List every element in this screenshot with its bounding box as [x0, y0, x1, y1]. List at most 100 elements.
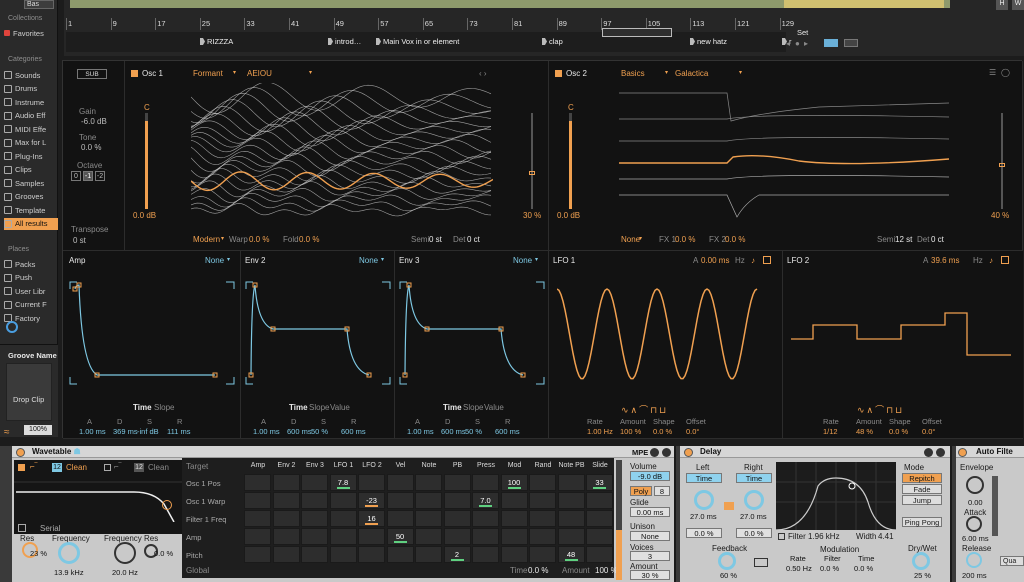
overview-viewport[interactable] — [784, 0, 944, 8]
osc2-fx2-value[interactable]: 0.0 % — [725, 235, 745, 244]
matrix-cell[interactable]: 33 — [586, 474, 613, 491]
filter2-slope[interactable]: 12 — [134, 463, 144, 472]
matrix-cell[interactable] — [529, 546, 556, 563]
matrix-cell[interactable] — [301, 474, 328, 491]
env-param-value[interactable]: 600 ms — [341, 427, 366, 436]
matrix-cell[interactable] — [529, 492, 556, 509]
filter2-shape-icon[interactable]: ⌐‾ — [114, 462, 121, 471]
filter2-type[interactable]: Clean — [148, 463, 169, 472]
delay-left-time-button[interactable]: Time — [686, 473, 722, 483]
osc1-toggle[interactable] — [131, 70, 138, 77]
delay-filter-toggle[interactable] — [778, 533, 785, 540]
osc2-gain-value[interactable]: 0.0 dB — [557, 211, 580, 220]
matrix-cell[interactable] — [415, 492, 442, 509]
matrix-cell[interactable] — [301, 510, 328, 527]
ping-pong-button[interactable]: Ping Pong — [902, 517, 942, 527]
env2-graph[interactable] — [245, 281, 391, 385]
filter2-toggle[interactable] — [104, 464, 111, 471]
matrix-cell[interactable] — [443, 528, 471, 545]
browser-top-tab[interactable]: Bas — [24, 0, 54, 9]
locator-lane[interactable]: RIZZZA introd… Main Vox in or element clap n… — [66, 32, 792, 52]
osc2-fx-chevron-icon[interactable]: ▾ — [639, 235, 642, 242]
delay-right-time-button[interactable]: Time — [736, 473, 772, 483]
matrix-cell[interactable] — [415, 528, 442, 545]
env-param-value[interactable]: 369 ms — [113, 427, 138, 436]
env3-graph[interactable] — [399, 281, 545, 385]
osc2-settings-icon[interactable]: ◯ — [1001, 68, 1010, 77]
lfo1-a-value[interactable]: 0.00 ms — [701, 256, 729, 265]
matrix-cell[interactable] — [386, 474, 414, 491]
matrix-cell[interactable] — [529, 510, 556, 527]
matrix-cell[interactable] — [244, 510, 271, 527]
matrix-cell[interactable]: 7.8 — [329, 474, 357, 491]
osc1-level-handle[interactable] — [529, 171, 535, 175]
attack-knob[interactable] — [966, 516, 982, 532]
matrix-cell[interactable] — [415, 474, 442, 491]
transpose-value[interactable]: 0 st — [73, 236, 86, 245]
env-amp-target-chevron-icon[interactable]: ▾ — [227, 256, 230, 263]
matrix-cell[interactable] — [244, 492, 271, 509]
drywet-value[interactable]: 25 % — [914, 571, 931, 580]
delay-hot-swap-icon[interactable] — [924, 448, 933, 457]
matrix-cell[interactable] — [358, 474, 385, 491]
mode-repitch-button[interactable]: Repitch — [902, 473, 942, 483]
delay-right-ms[interactable]: 27.0 ms — [740, 512, 767, 521]
osc1-fold-value[interactable]: 0.0 % — [299, 235, 319, 244]
browser-category-9[interactable]: Grooves — [4, 191, 58, 203]
delay-right-knob[interactable] — [744, 490, 764, 510]
freq2-knob[interactable] — [114, 542, 136, 564]
matrix-cell[interactable] — [557, 474, 585, 491]
lfo2-sync-icon[interactable]: ♪ — [989, 256, 993, 265]
browser-category-7[interactable]: Clips — [4, 164, 58, 176]
wavetable-save-icon[interactable] — [662, 448, 671, 457]
poly-voices[interactable]: 8 — [654, 486, 670, 496]
osc2-wavetable-display[interactable] — [619, 83, 949, 231]
env2-target-chevron-icon[interactable]: ▾ — [381, 256, 384, 263]
drywet-knob[interactable] — [912, 552, 930, 570]
matrix-cell[interactable] — [272, 474, 300, 491]
lfo2-unit[interactable]: Hz — [973, 256, 983, 265]
matrix-cell[interactable]: 48 — [557, 546, 585, 563]
osc1-level-value[interactable]: 30 % — [523, 211, 541, 220]
matrix-cell[interactable] — [244, 528, 271, 545]
lfo2-graph[interactable] — [791, 279, 1015, 389]
env-amp-target[interactable]: None — [205, 256, 224, 265]
freeze-icon[interactable] — [754, 558, 768, 567]
matrix-cell[interactable] — [472, 474, 499, 491]
delay-right-offset[interactable]: 0.0 % — [736, 528, 772, 538]
matrix-cell[interactable] — [500, 510, 528, 527]
env-param-value[interactable]: 50 % — [465, 427, 482, 436]
matrix-cell[interactable] — [443, 510, 471, 527]
favorites-item[interactable]: Favorites — [4, 27, 58, 39]
unison-value[interactable]: None — [630, 531, 670, 541]
locator-flag-icon[interactable] — [376, 38, 381, 45]
next-locator-icon[interactable]: ▸ — [804, 39, 808, 48]
delay-filter-graph[interactable] — [776, 462, 896, 530]
browser-place-3[interactable]: Current F — [4, 299, 58, 311]
osc2-fx-mode[interactable]: None — [621, 235, 640, 244]
env-param-value[interactable]: 111 ms — [167, 427, 190, 436]
matrix-cell[interactable] — [272, 546, 300, 563]
matrix-cell[interactable] — [586, 528, 613, 545]
filter-info-icon[interactable] — [162, 500, 172, 510]
delay-mod-value[interactable]: 0.0 % — [820, 564, 839, 573]
voices-value[interactable]: 3 — [630, 551, 670, 561]
locator-flag-icon[interactable] — [200, 38, 205, 45]
matrix-cell[interactable] — [301, 546, 328, 563]
sub-tone-value[interactable]: 0.0 % — [81, 143, 101, 152]
delay-width-value[interactable]: 4.41 — [878, 532, 894, 541]
matrix-cell[interactable] — [329, 528, 357, 545]
osc2-semi-value[interactable]: 12 st — [895, 235, 912, 244]
lfo1-shape-icons[interactable]: ∿∧⌒⊓⊔ — [621, 403, 668, 416]
matrix-cell[interactable] — [472, 546, 499, 563]
env2-footer-slope[interactable]: Slope — [309, 403, 329, 412]
delay-left-ms[interactable]: 27.0 ms — [690, 512, 717, 521]
res2-value[interactable]: 0.0 % — [154, 549, 173, 558]
env-param-value[interactable]: 50 % — [311, 427, 328, 436]
matrix-cell[interactable]: 2 — [443, 546, 471, 563]
osc1-table[interactable]: AEIOU — [247, 69, 272, 78]
browser-category-6[interactable]: Plug-Ins — [4, 150, 58, 162]
delay-title[interactable]: Delay — [700, 447, 721, 456]
matrix-cell[interactable] — [358, 546, 385, 563]
set-locator-icon[interactable]: ● — [795, 39, 800, 48]
